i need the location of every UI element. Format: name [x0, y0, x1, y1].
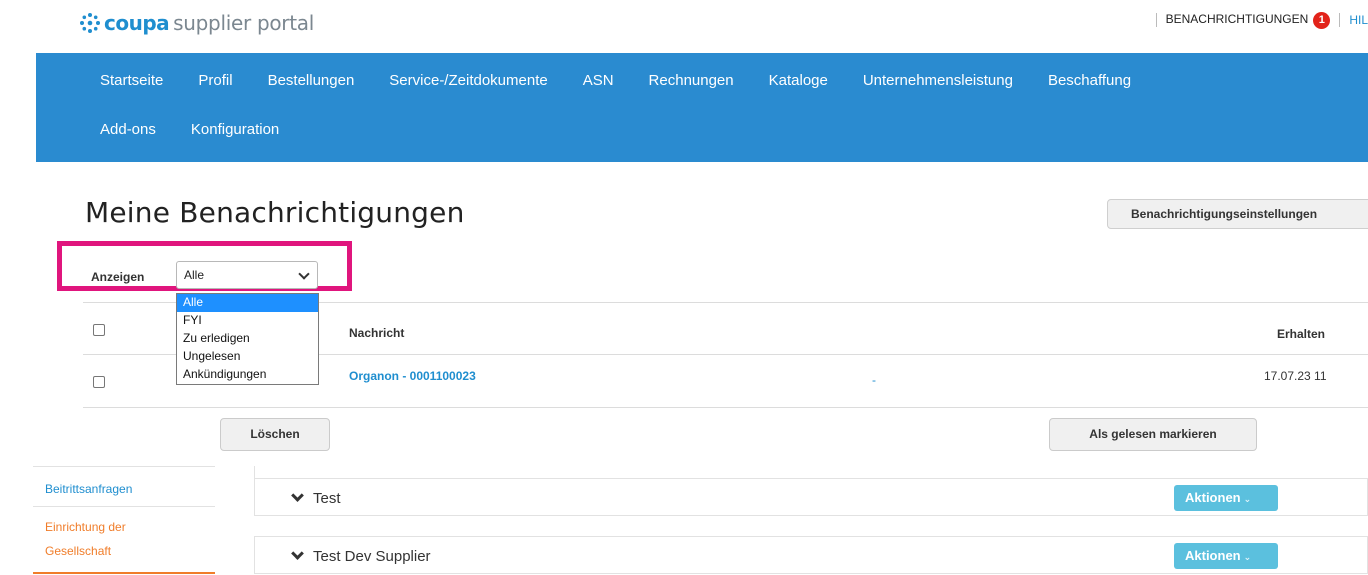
chevron-down-icon — [298, 268, 310, 280]
panel-top-border — [254, 466, 1368, 478]
notification-detail-link[interactable]: - — [872, 373, 876, 387]
top-bar: coupa supplier portal BENACHRICHTIGUNGEN… — [0, 0, 1368, 53]
caret-down-icon: ⌄ — [1243, 494, 1252, 504]
chevron-down-icon[interactable] — [291, 547, 304, 560]
nav-item-beschaffung[interactable]: Beschaffung — [1048, 72, 1131, 89]
nav-row-2: Add-ons Konfiguration — [100, 121, 314, 138]
chevron-down-icon[interactable] — [291, 489, 304, 502]
filter-label: Anzeigen — [91, 270, 145, 284]
notification-message-link[interactable]: Organon - 0001100023 — [349, 369, 476, 383]
coupa-logo-icon — [80, 13, 100, 33]
notification-received-date: 17.07.23 11 — [1264, 369, 1327, 383]
nav-item-bestellungen[interactable]: Bestellungen — [268, 72, 355, 89]
nav-row-1: Startseite Profil Bestellungen Service-/… — [100, 72, 1166, 89]
nav-item-rechnungen[interactable]: Rechnungen — [649, 72, 734, 89]
filter-option-zu-erledigen[interactable]: Zu erledigen — [177, 330, 318, 348]
main-navigation: Startseite Profil Bestellungen Service-/… — [36, 53, 1368, 162]
notifications-link[interactable]: BENACHRICHTIGUNGEN 1 — [1165, 11, 1331, 29]
delete-button[interactable]: Löschen — [220, 418, 330, 451]
coupa-logo[interactable]: coupa supplier portal — [79, 8, 314, 38]
nav-item-asn[interactable]: ASN — [583, 72, 614, 89]
filter-option-fyi[interactable]: FYI — [177, 312, 318, 330]
nav-item-service-zeitdokumente[interactable]: Service-/Zeitdokumente — [389, 72, 547, 89]
nav-item-profil[interactable]: Profil — [198, 72, 232, 89]
separator — [1339, 13, 1341, 27]
nav-item-konfiguration[interactable]: Konfiguration — [191, 121, 279, 138]
panel-title: Test Dev Supplier — [313, 548, 431, 565]
notifications-label: BENACHRICHTIGUNGEN — [1165, 11, 1309, 26]
column-header-received: Erhalten — [1277, 327, 1326, 341]
filter-option-alle[interactable]: Alle — [177, 294, 318, 312]
page-title: Meine Benachrichtigungen — [85, 196, 465, 229]
sidebar-divider — [33, 466, 215, 467]
customer-panel[interactable]: Test Dev Supplier Aktionen ⌄ — [254, 536, 1368, 574]
actions-button[interactable]: Aktionen ⌄ — [1174, 543, 1278, 569]
filter-option-ankuendigungen[interactable]: Ankündigungen — [177, 366, 318, 384]
nav-item-startseite[interactable]: Startseite — [100, 72, 163, 89]
nav-item-kataloge[interactable]: Kataloge — [769, 72, 828, 89]
caret-down-icon: ⌄ — [1243, 552, 1252, 562]
sidebar-item-einrichtung-line2[interactable]: Gesellschaft — [45, 544, 111, 558]
actions-label: Aktionen — [1185, 548, 1241, 563]
filter-dropdown-list: Alle FYI Zu erledigen Ungelesen Ankündig… — [176, 293, 319, 385]
top-nav: BENACHRICHTIGUNGEN 1 HIL — [1147, 10, 1368, 30]
mark-as-read-button[interactable]: Als gelesen markieren — [1049, 418, 1257, 451]
table-divider — [83, 407, 1368, 408]
sidebar-active-underline — [33, 572, 215, 574]
logo-brand-text: coupa — [104, 11, 170, 35]
notification-settings-button[interactable]: Benachrichtigungseinstellungen — [1107, 199, 1368, 229]
filter-selected-value: Alle — [184, 268, 205, 282]
sidebar-divider — [33, 506, 215, 507]
nav-item-unternehmensleistung[interactable]: Unternehmensleistung — [863, 72, 1013, 89]
panel-title: Test — [313, 490, 341, 507]
actions-label: Aktionen — [1185, 490, 1241, 505]
logo-product-text: supplier portal — [173, 11, 314, 35]
notification-count-badge: 1 — [1313, 11, 1331, 29]
column-header-message: Nachricht — [349, 326, 405, 340]
customer-panel[interactable]: Test Aktionen ⌄ — [254, 478, 1368, 516]
filter-option-ungelesen[interactable]: Ungelesen — [177, 348, 318, 366]
row-checkbox[interactable] — [93, 376, 105, 388]
help-link[interactable]: HIL — [1349, 13, 1368, 27]
sidebar-item-einrichtung-line1[interactable]: Einrichtung der — [45, 520, 126, 534]
actions-button[interactable]: Aktionen ⌄ — [1174, 485, 1278, 511]
filter-select[interactable]: Alle — [176, 261, 318, 289]
select-all-checkbox[interactable] — [93, 324, 105, 336]
separator — [1155, 13, 1157, 27]
nav-item-add-ons[interactable]: Add-ons — [100, 121, 156, 138]
sidebar-item-beitrittsanfragen[interactable]: Beitrittsanfragen — [45, 482, 132, 496]
